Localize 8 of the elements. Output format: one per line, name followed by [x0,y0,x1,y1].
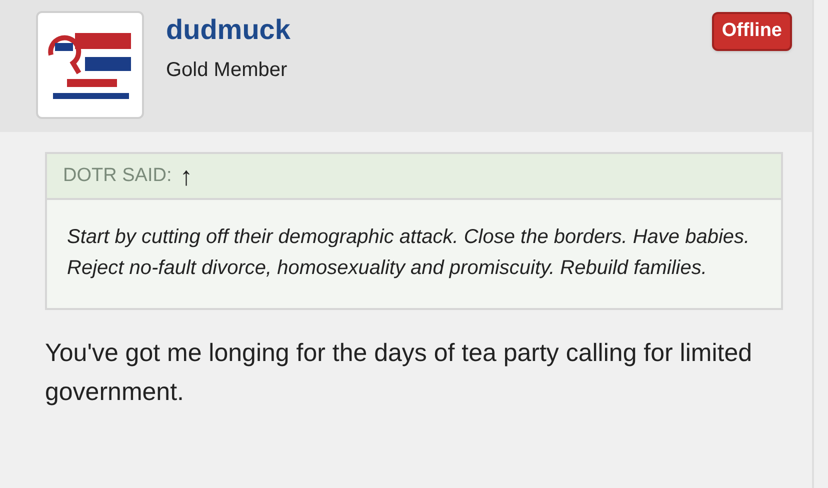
post-body-text: You've got me longing for the days of tea party calling for limited government. [45,338,754,408]
username-link[interactable]: dudmuck [166,13,290,47]
quote-text: Start by cutting off their demographic attack. Close the borders. Have babies. Reject no-fault divorce, homosexuality and promiscuity. Rebuild families. [66,225,751,281]
avatar-image[interactable] [36,11,144,119]
status-badge: Offline [712,12,792,50]
jump-to-quote-link[interactable]: ↑ [180,163,193,189]
quote-attribution: DOTR SAID: [63,164,172,188]
member-rank: Gold Member [166,58,288,83]
